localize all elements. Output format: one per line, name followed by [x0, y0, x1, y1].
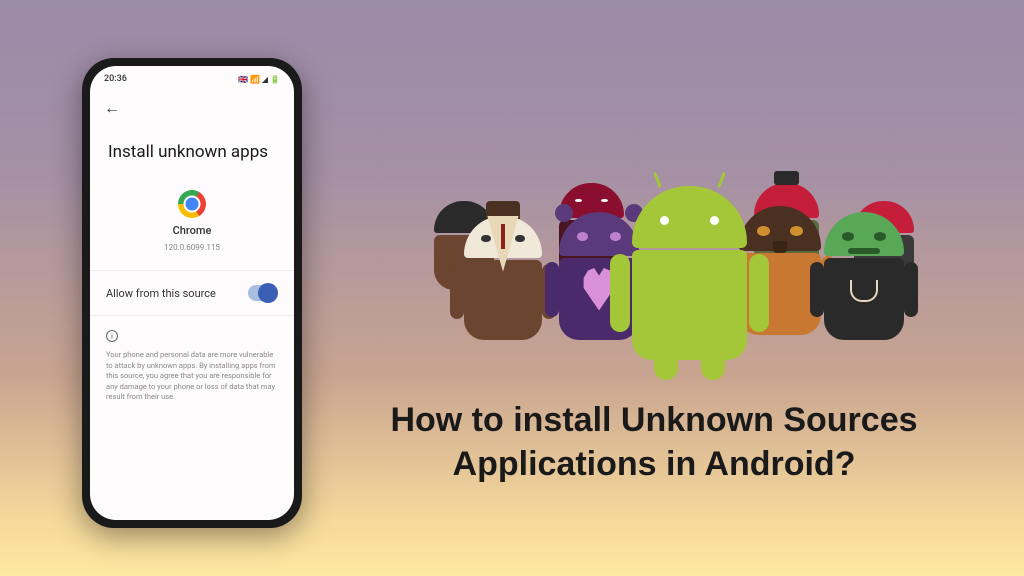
allow-source-toggle[interactable]: [248, 285, 278, 301]
status-time: 20:36: [104, 74, 127, 84]
phone-screen: 20:36 🇬🇧 📶 ◢ 🔋 ← Install unknown apps Ch…: [90, 66, 294, 520]
headline-text: How to install Unknown Sources Applicati…: [354, 398, 954, 486]
app-version: 120.0.6099.115: [164, 243, 220, 252]
warning-text: Your phone and personal data are more vu…: [106, 350, 278, 403]
android-robots-illustration: [404, 80, 944, 360]
back-arrow-icon: ←: [104, 98, 120, 117]
chrome-icon: [178, 190, 206, 218]
phone-frame: 20:36 🇬🇧 📶 ◢ 🔋 ← Install unknown apps Ch…: [82, 58, 302, 528]
status-icons: 🇬🇧 📶 ◢ 🔋: [238, 75, 280, 84]
warning-block: i Your phone and personal data are more …: [90, 316, 294, 417]
app-name: Chrome: [173, 224, 212, 237]
status-bar: 20:36 🇬🇧 📶 ◢ 🔋: [90, 66, 294, 88]
settings-page-title: Install unknown apps: [90, 124, 294, 184]
toggle-label: Allow from this source: [106, 287, 216, 300]
allow-source-row[interactable]: Allow from this source: [90, 270, 294, 316]
info-icon: i: [106, 330, 118, 342]
back-button[interactable]: ←: [90, 88, 294, 124]
app-info: Chrome 120.0.6099.115: [90, 184, 294, 270]
